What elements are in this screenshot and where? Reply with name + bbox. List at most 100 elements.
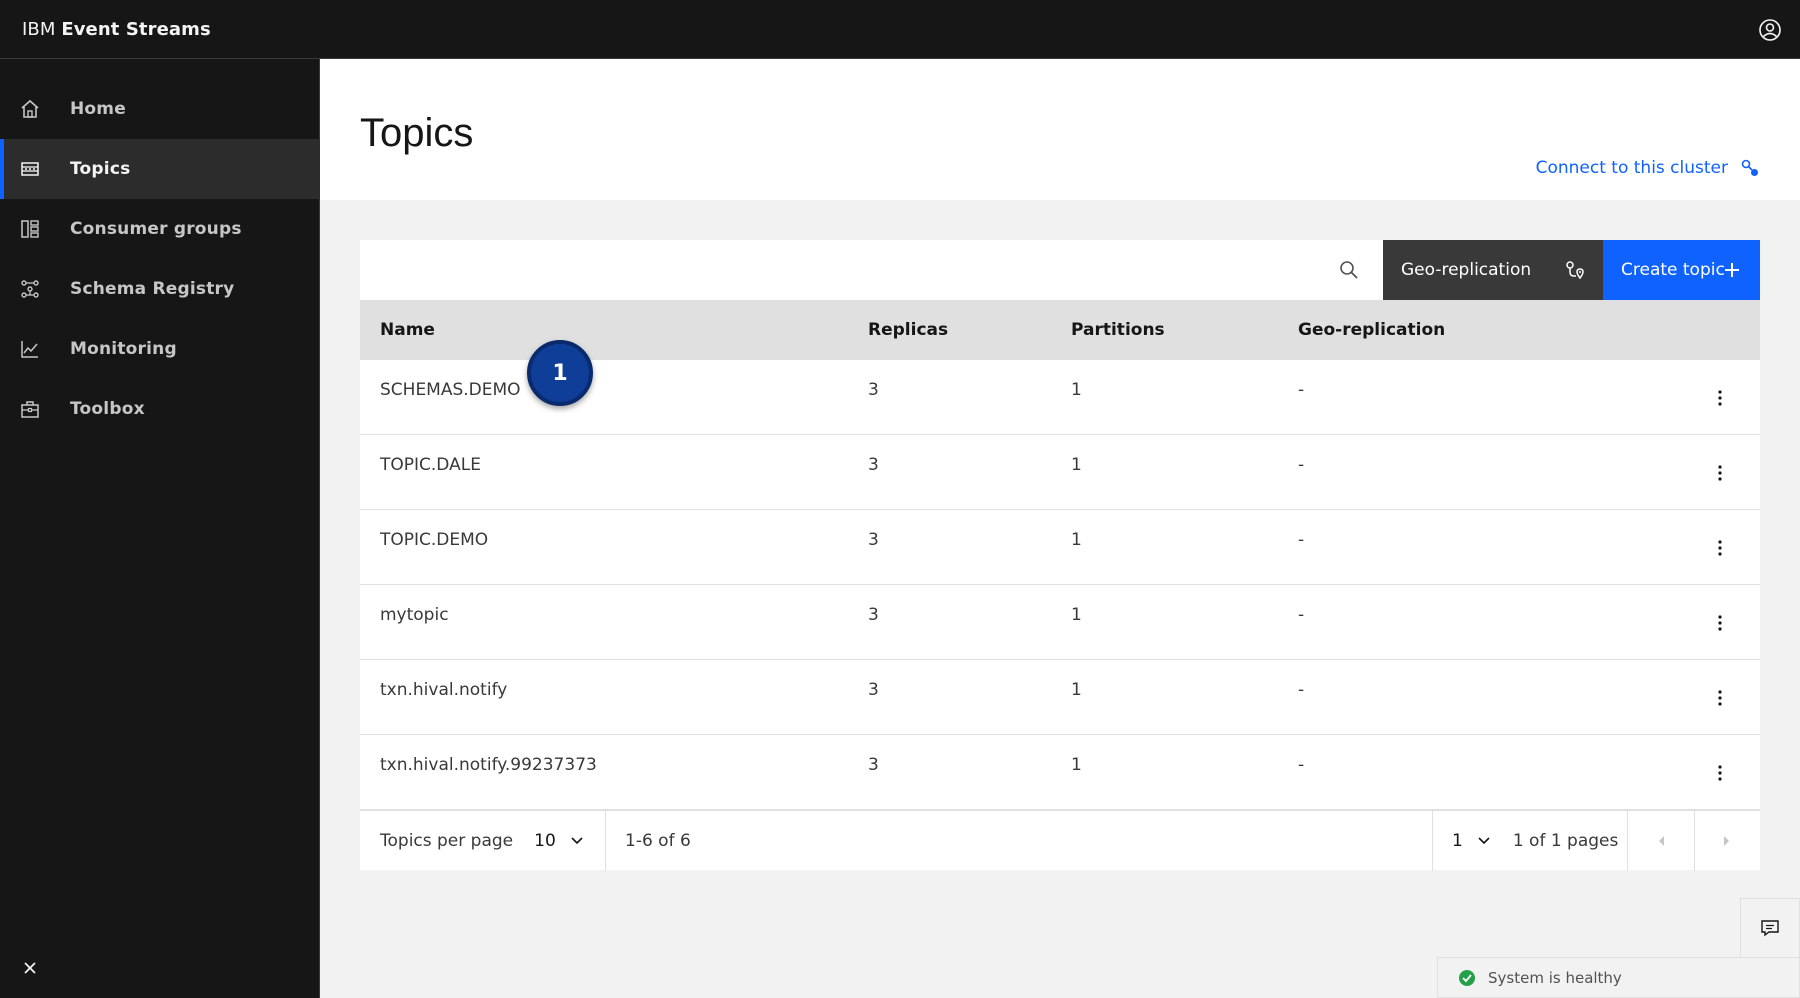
previous-page-button[interactable]	[1628, 811, 1694, 871]
topic-partitions: 1	[1071, 680, 1082, 700]
row-overflow-menu-button[interactable]	[1708, 457, 1732, 489]
items-per-page-label: Topics per page	[380, 831, 514, 851]
items-per-page: Topics per page 10	[380, 811, 584, 871]
table-row[interactable]: TOPIC.DALE 3 1 -	[360, 435, 1760, 510]
overflow-menu-icon	[1718, 465, 1722, 481]
topic-geo-replication: -	[1298, 530, 1305, 550]
consumer-groups-icon	[21, 220, 39, 238]
chevron-down-icon	[571, 837, 583, 845]
checkmark-filled-icon	[1459, 969, 1475, 986]
overflow-menu-icon	[1718, 390, 1722, 406]
row-overflow-menu-button[interactable]	[1708, 382, 1732, 414]
geo-replication-label: Geo-replication	[1401, 260, 1532, 280]
chevron-down-icon	[1478, 837, 1490, 845]
table-row[interactable]: txn.hival.notify.99237373 3 1 -	[360, 735, 1760, 810]
topic-geo-replication: -	[1298, 455, 1305, 475]
pagination-bar: Topics per page 10 1-6 of 6 1 1 of 1 pag…	[360, 810, 1760, 871]
app-header: IBM Event Streams	[0, 0, 1800, 59]
user-avatar-icon	[1759, 19, 1781, 41]
user-menu-button[interactable]	[1750, 10, 1790, 50]
brand-prefix: IBM	[22, 18, 56, 40]
close-icon	[24, 962, 36, 974]
sidebar-item-home[interactable]: Home	[0, 79, 320, 139]
system-status-bar[interactable]: System is healthy	[1437, 957, 1800, 998]
column-header-name[interactable]: Name	[380, 300, 435, 360]
search-input[interactable]	[360, 240, 1383, 300]
connect-link-label: Connect to this cluster	[1535, 158, 1728, 178]
search-icon[interactable]	[1339, 260, 1359, 280]
sidebar-item-monitoring[interactable]: Monitoring	[0, 319, 320, 379]
sidebar-item-schema-registry[interactable]: Schema Registry	[0, 259, 320, 319]
topics-icon	[21, 162, 39, 176]
items-per-page-select[interactable]: 10	[534, 831, 584, 851]
topic-name[interactable]: SCHEMAS.DEMO	[380, 380, 521, 400]
caret-right-icon	[1724, 836, 1729, 846]
topic-replicas: 3	[868, 530, 879, 550]
create-topic-label: Create topic	[1621, 260, 1725, 280]
feedback-button[interactable]	[1740, 898, 1800, 958]
caret-left-icon	[1659, 836, 1664, 846]
connect-to-cluster-link[interactable]: Connect to this cluster	[1536, 158, 1760, 178]
topic-name[interactable]: TOPIC.DEMO	[380, 530, 488, 550]
create-topic-button[interactable]: Create topic	[1603, 240, 1760, 300]
column-header-replicas[interactable]: Replicas	[868, 300, 948, 360]
sidebar-item-label: Topics	[70, 159, 131, 179]
row-overflow-menu-button[interactable]	[1708, 532, 1732, 564]
topic-geo-replication: -	[1298, 755, 1305, 775]
sidebar-item-label: Consumer groups	[70, 219, 242, 239]
overflow-menu-icon	[1718, 540, 1722, 556]
sidebar-nav: Home Topics Consumer groups Schema Regis…	[0, 59, 320, 998]
toolbox-icon	[21, 401, 39, 418]
row-overflow-menu-button[interactable]	[1708, 757, 1732, 789]
sidebar-item-label: Monitoring	[70, 339, 177, 359]
topic-replicas: 3	[868, 455, 879, 475]
topic-name[interactable]: mytopic	[380, 605, 449, 625]
page-number-value: 1	[1452, 831, 1463, 851]
connect-icon	[1741, 159, 1758, 176]
column-header-partitions[interactable]: Partitions	[1071, 300, 1165, 360]
topic-partitions: 1	[1071, 755, 1082, 775]
page-title: Topics	[360, 111, 474, 155]
sidebar-item-consumer-groups[interactable]: Consumer groups	[0, 199, 320, 259]
geo-replication-icon	[1566, 261, 1584, 280]
topic-replicas: 3	[868, 380, 879, 400]
sidebar-item-toolbox[interactable]: Toolbox	[0, 379, 320, 439]
table-row[interactable]: TOPIC.DEMO 3 1 -	[360, 510, 1760, 585]
overflow-menu-icon	[1718, 615, 1722, 631]
page-selector: 1 1 of 1 pages	[1452, 811, 1618, 871]
sidebar-item-label: Home	[70, 99, 126, 119]
column-header-geo-replication[interactable]: Geo-replication	[1298, 300, 1445, 360]
step-callout-badge: 1	[527, 340, 593, 406]
sidebar-item-label: Toolbox	[70, 399, 145, 419]
item-range: 1-6 of 6	[625, 811, 691, 871]
topic-replicas: 3	[868, 605, 879, 625]
overflow-menu-icon	[1718, 765, 1722, 781]
row-overflow-menu-button[interactable]	[1708, 607, 1732, 639]
sidebar-item-topics[interactable]: Topics	[0, 139, 320, 199]
table-row[interactable]: txn.hival.notify 3 1 -	[360, 660, 1760, 735]
page-count-label: 1 of 1 pages	[1512, 831, 1619, 851]
sidebar-collapse-button[interactable]	[18, 956, 42, 980]
table-toolbar: Geo-replication Create topic	[360, 240, 1760, 300]
divider	[605, 811, 606, 871]
topic-partitions: 1	[1071, 455, 1082, 475]
topic-geo-replication: -	[1298, 605, 1305, 625]
items-per-page-value: 10	[534, 831, 556, 851]
next-page-button[interactable]	[1694, 811, 1760, 871]
table-row[interactable]: mytopic 3 1 -	[360, 585, 1760, 660]
topic-name[interactable]: TOPIC.DALE	[380, 455, 481, 475]
topic-geo-replication: -	[1298, 680, 1305, 700]
topic-replicas: 3	[868, 680, 879, 700]
row-overflow-menu-button[interactable]	[1708, 682, 1732, 714]
topic-name[interactable]: txn.hival.notify	[380, 680, 507, 700]
overflow-menu-icon	[1718, 690, 1722, 706]
page-number-select[interactable]: 1	[1452, 831, 1491, 851]
chat-icon	[1761, 920, 1779, 937]
topic-partitions: 1	[1071, 530, 1082, 550]
topic-replicas: 3	[868, 755, 879, 775]
geo-replication-button[interactable]: Geo-replication	[1383, 240, 1603, 300]
topic-name[interactable]: txn.hival.notify.99237373	[380, 755, 597, 775]
topic-geo-replication: -	[1298, 380, 1305, 400]
page-header: Topics Connect to this cluster	[320, 59, 1800, 200]
brand-name[interactable]: IBM Event Streams	[22, 19, 211, 40]
